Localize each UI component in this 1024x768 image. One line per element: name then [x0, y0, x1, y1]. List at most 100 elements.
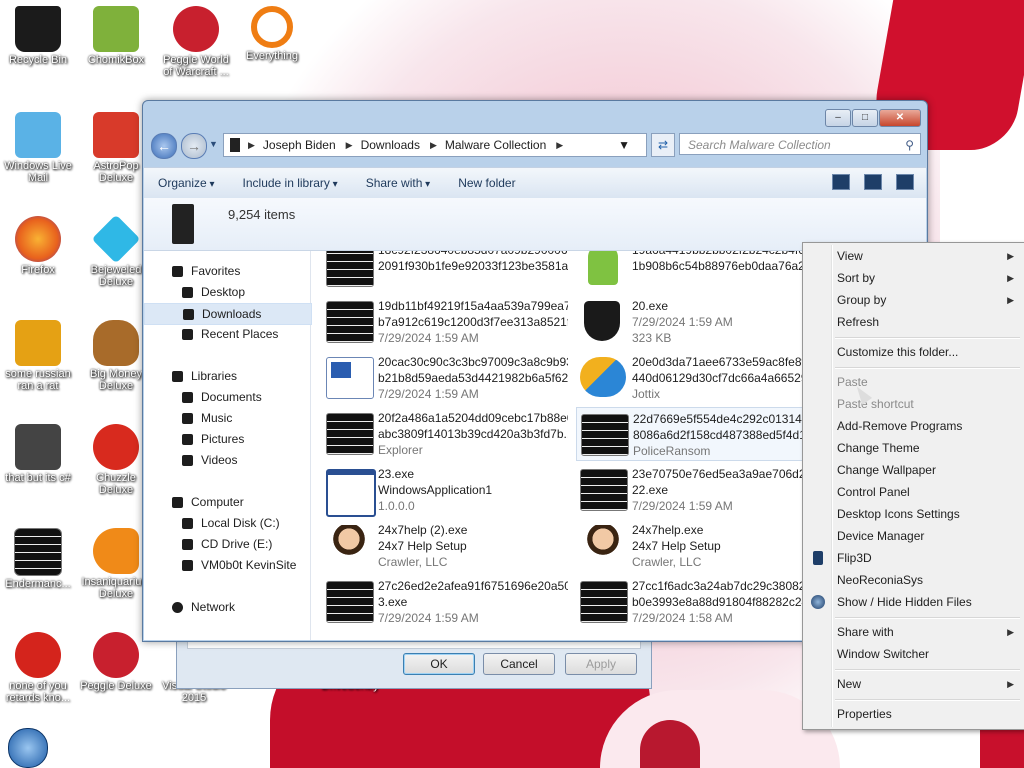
nav-music[interactable]: Music [144, 408, 310, 428]
file-item[interactable]: 23e70750e76ed5ea3a9ae706d234 22.exe 7/29/2… [576, 463, 824, 515]
title-bar[interactable]: – □ ✕ [143, 101, 927, 131]
nav-desktop[interactable]: Desktop [144, 282, 310, 302]
preview-pane-icon[interactable] [864, 174, 882, 190]
menu-item-show-hide-hidden[interactable]: Show / Hide Hidden Files [805, 591, 1022, 613]
start-orb[interactable] [8, 728, 48, 768]
menu-item-view[interactable]: View ▶ [805, 245, 1022, 267]
refresh-button[interactable]: ⇄ [651, 133, 675, 157]
menu-item-new[interactable]: New ▶ [805, 673, 1022, 695]
nav-local-disk[interactable]: Local Disk (C:) [144, 513, 310, 533]
breadcrumb-malware-collection[interactable]: Malware Collection [445, 138, 546, 152]
menu-item-paste-shortcut: Paste shortcut [805, 393, 1022, 415]
nav-recent-places[interactable]: Recent Places [144, 324, 310, 344]
file-item[interactable]: 18c92f238640eb85d07a09b29000621 2091f930b… [322, 251, 570, 291]
close-button[interactable]: ✕ [879, 109, 921, 127]
menu-item-sort-by[interactable]: Sort by ▶ [805, 267, 1022, 289]
menu-item-desktop-icons-settings[interactable]: Desktop Icons Settings [805, 503, 1022, 525]
file-item-selected[interactable]: 22d7669e5f554de4c292c0131498 8086a6d2f158… [576, 407, 826, 461]
nav-network[interactable]: Network [144, 597, 310, 617]
address-bar[interactable]: ▶ Joseph Biden ▶ Downloads ▶ Malware Col… [223, 133, 647, 157]
menu-item-share-with[interactable]: Share with ▶ [805, 621, 1022, 643]
organize-menu[interactable]: Organize [158, 176, 215, 190]
file-line-3: PoliceRansom [633, 444, 711, 458]
file-item[interactable]: 19db11bf49219f15a4aa539a799ea7b b7a912c61… [322, 295, 570, 347]
menu-item-add-remove-programs[interactable]: Add-Remove Programs [805, 415, 1022, 437]
menu-item-flip3d[interactable]: Flip3D [805, 547, 1022, 569]
desktop-icon-russian-rat[interactable]: some russian ran a rat [0, 320, 76, 392]
nav-downloads[interactable]: Downloads [144, 303, 312, 325]
file-item[interactable]: 23.exe WindowsApplication1 1.0.0.0 [322, 463, 570, 517]
menu-item-control-panel[interactable]: Control Panel [805, 481, 1022, 503]
money-bag-icon [93, 320, 139, 366]
file-item[interactable]: 27c26ed2e2afea91f6751696e20a506 3.exe 7/29… [322, 575, 570, 627]
file-item[interactable]: 20f2a486a1a5204dd09cebc17b88e0 abc3809f14… [322, 407, 570, 459]
menu-label: New [837, 677, 862, 691]
desktop-icon-label: Windows Live Mail [4, 160, 72, 184]
desktop-icon-chomikbox[interactable]: ChomikBox [78, 6, 154, 66]
menu-item-refresh[interactable]: Refresh [805, 311, 1022, 333]
breadcrumb-downloads[interactable]: Downloads [361, 138, 420, 152]
desktop-icon-firefox[interactable]: Firefox [0, 216, 76, 276]
console-file-icon [580, 581, 628, 623]
minimize-button[interactable]: – [825, 109, 851, 127]
menu-item-group-by[interactable]: Group by ▶ [805, 289, 1022, 311]
help-icon[interactable] [896, 174, 914, 190]
new-folder-button[interactable]: New folder [458, 176, 515, 190]
menu-item-device-manager[interactable]: Device Manager [805, 525, 1022, 547]
change-view-icon[interactable] [832, 174, 850, 190]
breadcrumb-joseph-biden[interactable]: Joseph Biden [263, 138, 336, 152]
menu-item-change-wallpaper[interactable]: Change Wallpaper [805, 459, 1022, 481]
nav-label: Documents [201, 390, 262, 404]
nav-computer[interactable]: Computer [144, 492, 310, 512]
file-item[interactable]: 24x7help.exe 24x7 Help Setup Crawler, LLC [576, 519, 824, 571]
forward-button[interactable]: → [181, 133, 207, 159]
file-item[interactable]: 19a6a4419bb2bb02f2b24c2b4f60 1b908b6c54b8… [576, 251, 824, 291]
fish-icon [93, 528, 139, 574]
mail-icon [15, 112, 61, 158]
desktop-icon-label: that but its c# [5, 472, 71, 484]
gem-icon [91, 214, 141, 264]
nav-vm-share[interactable]: VM0b0t KevinSite [144, 555, 310, 575]
maximize-button[interactable]: □ [852, 109, 878, 127]
breadcrumb-separator-icon: ▶ [345, 139, 353, 150]
desktop-icon-everything[interactable]: Everything [234, 6, 310, 62]
file-item[interactable]: 20e0d3da71aee6733e59ac8fe8fd 440d06129d30… [576, 351, 824, 403]
address-dropdown-icon[interactable]: ▼ [618, 138, 630, 152]
ok-button[interactable]: OK [403, 653, 475, 675]
libraries-icon [172, 371, 183, 382]
include-in-library-menu[interactable]: Include in library [243, 176, 338, 190]
de-icon [15, 320, 61, 366]
share-with-menu[interactable]: Share with [366, 176, 431, 190]
console-file-icon [581, 414, 629, 456]
breadcrumb-separator-icon: ▶ [429, 139, 437, 150]
cancel-button[interactable]: Cancel [483, 653, 555, 675]
nav-libraries[interactable]: Libraries [144, 366, 310, 386]
recent-pages-dropdown[interactable]: ▼ [209, 139, 218, 149]
file-item[interactable]: 27cc1f6adc3a24ab7dc29c38082e b0e3993e8a88… [576, 575, 824, 627]
file-item[interactable]: 20.exe 7/29/2024 1:59 AM 323 KB [576, 295, 824, 347]
desktop-icon-retards[interactable]: none of you retards kno... [0, 632, 76, 704]
star-icon [172, 266, 183, 277]
search-input[interactable]: Search Malware Collection ⚲ [679, 133, 921, 155]
nav-pictures[interactable]: Pictures [144, 429, 310, 449]
nav-favorites[interactable]: Favorites [144, 261, 310, 281]
nav-cd-drive[interactable]: CD Drive (E:) [144, 534, 310, 554]
nav-documents[interactable]: Documents [144, 387, 310, 407]
desktop-icon-recycle-bin[interactable]: Recycle Bin [0, 6, 76, 66]
desktop-icon-windows-live-mail[interactable]: Windows Live Mail [0, 112, 76, 184]
back-button[interactable]: ← [151, 133, 177, 159]
menu-item-customize-folder[interactable]: Customize this folder... [805, 341, 1022, 363]
desktop-icon-endermanch[interactable]: Endermanc... [0, 528, 76, 590]
file-item[interactable]: 24x7help (2).exe 24x7 Help Setup Crawler, … [322, 519, 570, 571]
nav-label: Music [201, 411, 233, 425]
astropop-icon [93, 112, 139, 158]
desktop-icon-c-sharp[interactable]: that but its c# [0, 424, 76, 484]
folder-icon [230, 138, 240, 152]
menu-item-window-switcher[interactable]: Window Switcher [805, 643, 1022, 665]
menu-item-neoreconiasys[interactable]: NeoReconiaSys [805, 569, 1022, 591]
file-item[interactable]: 20cac30c90c3c3bc97009c3a8c9b93 b21b8d59ae… [322, 351, 570, 403]
menu-item-properties[interactable]: Properties [805, 703, 1022, 725]
desktop-icon-peggle-wow[interactable]: Peggle World of Warcraft ... [158, 6, 234, 78]
nav-videos[interactable]: Videos [144, 450, 310, 470]
menu-item-change-theme[interactable]: Change Theme [805, 437, 1022, 459]
